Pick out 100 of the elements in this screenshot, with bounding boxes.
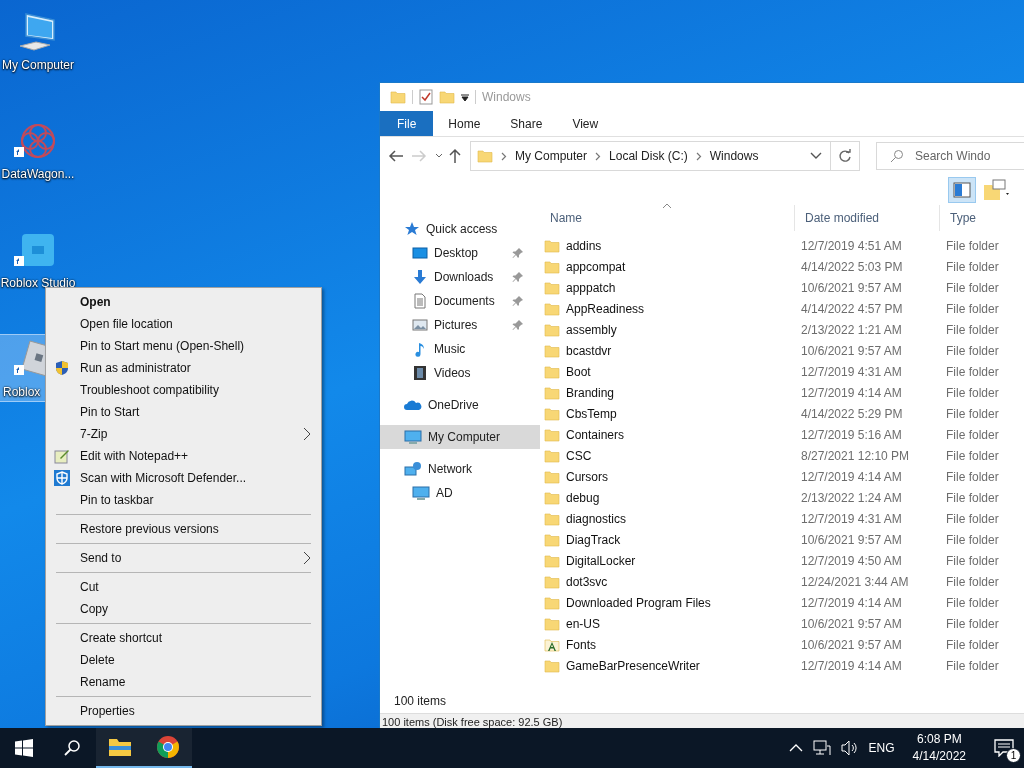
- folder-icon: [544, 447, 560, 464]
- file-name[interactable]: Fonts: [540, 636, 795, 653]
- file-name[interactable]: DigitalLocker: [540, 552, 795, 569]
- notifications-icon[interactable]: [994, 739, 1014, 757]
- preview-pane-button[interactable]: [948, 177, 976, 203]
- date-cell-text: 12/7/2019 4:14 AM: [800, 469, 903, 484]
- file-name[interactable]: DiagTrack: [540, 531, 795, 548]
- nav-item[interactable]: OneDrive: [380, 393, 540, 417]
- file-name[interactable]: Containers: [540, 426, 795, 443]
- type-cell-text: File folder: [945, 343, 1000, 358]
- date-cell-text: 2/13/2022 1:24 AM: [800, 490, 903, 505]
- file-name[interactable]: addins: [540, 237, 795, 254]
- nav-item[interactable]: Videos: [380, 361, 540, 385]
- breadcrumb[interactable]: Local Disk (C:): [609, 149, 688, 163]
- menu-item[interactable]: Open file location: [46, 313, 321, 335]
- date-cell-text: 10/6/2021 9:57 AM: [800, 280, 903, 295]
- menu-item[interactable]: Delete: [46, 649, 321, 671]
- menu-item[interactable]: Cut: [46, 576, 321, 598]
- language-indicator[interactable]: ENG: [868, 741, 895, 755]
- nav-item[interactable]: AD: [380, 481, 540, 505]
- desktop-icon[interactable]: DataWagon...: [0, 117, 76, 183]
- menu-item[interactable]: Scan with Microsoft Defender...: [46, 467, 321, 489]
- menu-item[interactable]: Copy: [46, 598, 321, 620]
- file-name[interactable]: AppReadiness: [540, 300, 795, 317]
- date-cell-text: 12/7/2019 4:31 AM: [800, 511, 903, 526]
- desktop-icon[interactable]: My Computer: [0, 8, 76, 74]
- chrome-logo-icon[interactable]: [156, 735, 180, 759]
- file-name[interactable]: debug: [540, 489, 795, 506]
- nav-item[interactable]: Quick access: [380, 217, 540, 241]
- ribbon-tab[interactable]: File: [380, 111, 434, 136]
- menu-item[interactable]: Edit with Notepad++: [46, 445, 321, 467]
- download-arrow-icon: [412, 269, 428, 285]
- ribbon-tab[interactable]: Share: [495, 111, 558, 136]
- menu-item[interactable]: Rename: [46, 671, 321, 693]
- back-arrow-icon[interactable]: [388, 149, 404, 163]
- file-name[interactable]: CbsTemp: [540, 405, 795, 422]
- folder-icon: [439, 89, 455, 105]
- file-name[interactable]: diagnostics: [540, 510, 795, 527]
- column-header[interactable]: Type: [940, 205, 1024, 231]
- address-bar[interactable]: My Computer Local Disk (C:) Windows: [470, 141, 860, 171]
- nav-item[interactable]: Pictures: [380, 313, 540, 337]
- folder-icon: [544, 657, 560, 674]
- menu-item[interactable]: Create shortcut: [46, 627, 321, 649]
- file-name[interactable]: Boot: [540, 363, 795, 380]
- menu-item[interactable]: Open: [46, 291, 321, 313]
- nav-item[interactable]: Network: [380, 457, 540, 481]
- file-name[interactable]: CSC: [540, 447, 795, 464]
- folder-icon: [544, 573, 560, 590]
- search-field[interactable]: Search Windo: [876, 142, 1024, 170]
- network-icon[interactable]: [812, 740, 831, 756]
- desktop-icon: [412, 245, 428, 261]
- menu-item[interactable]: Properties: [46, 700, 321, 722]
- column-header[interactable]: Date modified: [795, 205, 940, 231]
- date-cell-text: 10/6/2021 9:57 AM: [800, 532, 903, 547]
- ribbon-tab[interactable]: View: [557, 111, 614, 136]
- folder-icon[interactable]: [108, 737, 132, 757]
- nav-item[interactable]: My Computer: [380, 425, 540, 449]
- nav-item[interactable]: Music: [380, 337, 540, 361]
- desktop-icon[interactable]: Roblox Studio: [0, 226, 76, 292]
- refresh-icon[interactable]: [838, 149, 852, 163]
- folder-icon: [544, 426, 560, 443]
- file-name[interactable]: Cursors: [540, 468, 795, 485]
- volume-icon[interactable]: [840, 740, 859, 756]
- nav-item[interactable]: Downloads: [380, 265, 540, 289]
- file-name[interactable]: en-US: [540, 615, 795, 632]
- file-name[interactable]: appcompat: [540, 258, 795, 275]
- search-icon[interactable]: [63, 739, 81, 757]
- file-name[interactable]: Branding: [540, 384, 795, 401]
- date-cell-text: 10/6/2021 9:57 AM: [800, 616, 903, 631]
- dropdown-caret-icon[interactable]: [461, 92, 469, 102]
- file-name[interactable]: bcastdvr: [540, 342, 795, 359]
- clock[interactable]: 6:08 PM 4/14/2022: [904, 731, 974, 765]
- menu-item[interactable]: Pin to taskbar: [46, 489, 321, 511]
- file-name[interactable]: GameBarPresenceWriter: [540, 657, 795, 674]
- notepad-icon: [54, 448, 70, 464]
- menu-item[interactable]: Restore previous versions: [46, 518, 321, 540]
- dropdown-caret-icon[interactable]: [810, 152, 822, 160]
- file-name[interactable]: apppatch: [540, 279, 795, 296]
- column-header[interactable]: Name: [540, 205, 795, 231]
- shield-icon: [54, 360, 70, 376]
- menu-item[interactable]: Send to: [46, 547, 321, 569]
- recent-caret-icon[interactable]: [434, 152, 444, 160]
- up-arrow-icon[interactable]: [448, 148, 462, 164]
- nav-item[interactable]: Documents: [380, 289, 540, 313]
- file-name[interactable]: Downloaded Program Files: [540, 594, 795, 611]
- nav-item[interactable]: Desktop: [380, 241, 540, 265]
- type-cell-text: File folder: [945, 511, 1000, 526]
- menu-item[interactable]: 7-Zip: [46, 423, 321, 445]
- type-cell-text: File folder: [945, 301, 1000, 316]
- date-cell-text: 12/7/2019 4:50 AM: [800, 553, 903, 568]
- file-name[interactable]: dot3svc: [540, 573, 795, 590]
- properties-check-icon[interactable]: [419, 89, 433, 105]
- breadcrumb[interactable]: Windows: [709, 149, 759, 163]
- file-name[interactable]: assembly: [540, 321, 795, 338]
- ribbon-tab[interactable]: Home: [433, 111, 496, 136]
- breadcrumb[interactable]: My Computer: [515, 149, 588, 163]
- windows-logo-icon[interactable]: [15, 739, 33, 757]
- chevron-up-icon[interactable]: [788, 743, 803, 753]
- type-cell-text: File folder: [945, 259, 1000, 274]
- menu-item[interactable]: Pin to Start: [46, 401, 321, 423]
